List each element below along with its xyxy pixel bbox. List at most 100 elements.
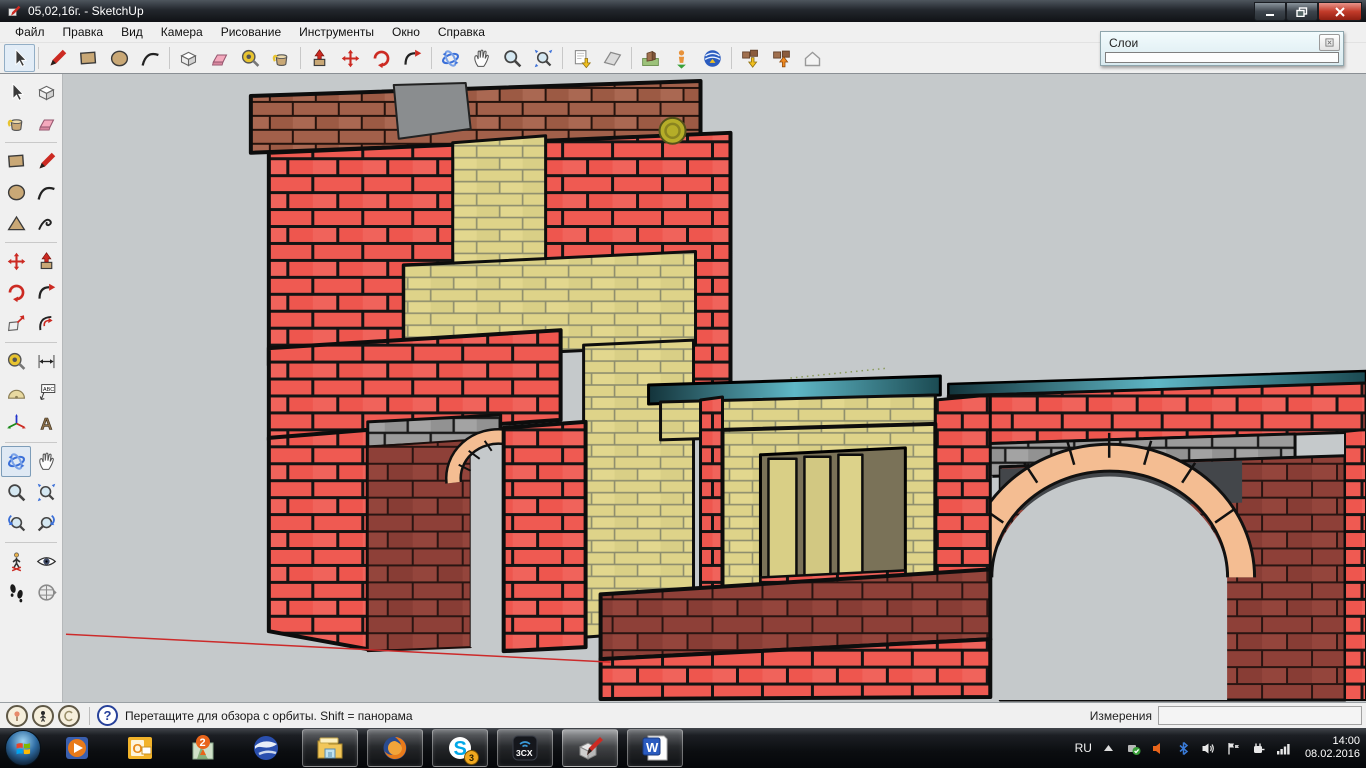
menu-view[interactable]: Вид [112, 23, 152, 41]
get-models-button[interactable] [735, 44, 766, 72]
menu-tools[interactable]: Инструменты [290, 23, 383, 41]
help-question-icon[interactable]: ? [97, 705, 118, 726]
add-location-button[interactable] [635, 44, 666, 72]
taskbar-firefox-button[interactable] [367, 729, 423, 767]
palette-freehand-button[interactable] [31, 208, 61, 239]
share-models-button[interactable] [766, 44, 797, 72]
menu-edit[interactable]: Правка [54, 23, 113, 41]
taskbar-explorer-button[interactable] [302, 729, 358, 767]
push-pull-tool-button[interactable] [304, 44, 335, 72]
paint-bucket-tool-button[interactable] [266, 44, 297, 72]
bluetooth-icon[interactable] [1176, 740, 1192, 756]
taskbar-3cx-button[interactable]: 3CX [497, 729, 553, 767]
palette-3d-text-button[interactable]: A [31, 408, 61, 439]
palette-polygon-button[interactable] [1, 208, 31, 239]
arc-tool-button[interactable] [135, 44, 166, 72]
make-component-button[interactable] [173, 44, 204, 72]
import-button[interactable] [566, 44, 597, 72]
network-signal-icon[interactable] [1276, 740, 1292, 756]
palette-eraser-button[interactable] [31, 108, 61, 139]
palette-orbit-button[interactable] [1, 446, 31, 477]
start-button[interactable] [0, 729, 46, 767]
pan-tool-button[interactable] [466, 44, 497, 72]
taskbar-sketchup-button[interactable] [562, 729, 618, 767]
palette-text-button[interactable]: ABC [31, 377, 61, 408]
palette-dimension-button[interactable] [31, 346, 61, 377]
volume-icon[interactable] [1201, 740, 1217, 756]
measurements-input[interactable] [1158, 706, 1362, 725]
line-tool-button[interactable] [42, 44, 73, 72]
palette-axes-button[interactable] [1, 408, 31, 439]
audio-manager-icon[interactable] [1151, 740, 1167, 756]
menu-window[interactable]: Окно [383, 23, 429, 41]
taskbar-skype-button[interactable]: S3 [432, 729, 488, 767]
drawing-area[interactable] [63, 74, 1366, 702]
palette-next-view-button[interactable] [31, 508, 61, 539]
layers-panel-collapsed-body[interactable] [1105, 52, 1339, 63]
palette-offset-button[interactable] [31, 308, 61, 339]
palette-zoom-button[interactable] [1, 477, 31, 508]
palette-line-button[interactable] [31, 146, 61, 177]
minimize-button[interactable] [1254, 2, 1286, 21]
show-hidden-icons-button[interactable] [1101, 740, 1117, 756]
follow-me-tool-button[interactable] [397, 44, 428, 72]
palette-follow-me-button[interactable] [31, 277, 61, 308]
geolocation-status-icon[interactable] [6, 705, 28, 727]
palette-select-button[interactable] [1, 77, 31, 108]
menu-camera[interactable]: Камера [152, 23, 212, 41]
tape-measure-tool-button[interactable] [235, 44, 266, 72]
palette-previous-view-button[interactable] [1, 508, 31, 539]
2gis-icon: 2 [188, 733, 218, 763]
palette-pan-button[interactable] [31, 446, 61, 477]
credits-status-icon[interactable] [32, 705, 54, 727]
circle-tool-button[interactable] [104, 44, 135, 72]
palette-walk-button[interactable] [1, 577, 31, 608]
layers-panel[interactable]: Слои [1100, 31, 1344, 66]
palette-look-around-button[interactable] [31, 546, 61, 577]
menu-draw[interactable]: Рисование [212, 23, 290, 41]
viewport-3d-scene[interactable] [63, 74, 1366, 702]
tray-clock[interactable]: 14:00 08.02.2016 [1301, 735, 1360, 761]
palette-arc-button[interactable] [31, 177, 61, 208]
taskbar-media-player-button[interactable] [50, 730, 104, 766]
palette-rotate-button[interactable] [1, 277, 31, 308]
close-button[interactable] [1318, 2, 1362, 21]
component-house-button[interactable] [797, 44, 828, 72]
palette-protractor-button[interactable] [1, 377, 31, 408]
palette-push-pull-button[interactable] [31, 246, 61, 277]
taskbar-outlook-button[interactable]: O [113, 730, 167, 766]
select-tool-button[interactable] [4, 44, 35, 72]
palette-rectangle-button[interactable] [1, 146, 31, 177]
zoom-tool-button[interactable] [497, 44, 528, 72]
rotate-tool-button[interactable] [366, 44, 397, 72]
taskbar-word-button[interactable]: W [627, 729, 683, 767]
restore-button[interactable] [1286, 2, 1318, 21]
palette-position-camera-button[interactable] [1, 546, 31, 577]
palette-scale-button[interactable] [1, 308, 31, 339]
palette-make-component-button[interactable] [31, 77, 61, 108]
place-person-button[interactable] [666, 44, 697, 72]
move-tool-button[interactable] [335, 44, 366, 72]
rectangle-tool-button[interactable] [73, 44, 104, 72]
action-center-flag-icon[interactable] [1226, 740, 1242, 756]
layers-panel-collapse-button[interactable] [1319, 34, 1340, 51]
safely-remove-hardware-icon[interactable] [1126, 740, 1142, 756]
section-plane-button[interactable] [597, 44, 628, 72]
eraser-tool-button[interactable] [204, 44, 235, 72]
taskbar-google-earth-button[interactable] [239, 730, 293, 766]
menu-file[interactable]: Файл [6, 23, 54, 41]
palette-tape-measure-button[interactable] [1, 346, 31, 377]
menu-help[interactable]: Справка [429, 23, 494, 41]
google-earth-button[interactable] [697, 44, 728, 72]
palette-paint-bucket-button[interactable] [1, 108, 31, 139]
zoom-extents-button[interactable] [528, 44, 559, 72]
language-indicator[interactable]: RU [1075, 741, 1092, 755]
power-plug-icon[interactable] [1251, 740, 1267, 756]
taskbar-2gis-button[interactable]: 2 [176, 730, 230, 766]
orbit-tool-button[interactable] [435, 44, 466, 72]
claim-status-icon[interactable] [58, 705, 80, 727]
palette-section-plane-button[interactable] [31, 577, 61, 608]
palette-move-button[interactable] [1, 246, 31, 277]
palette-zoom-extents-button[interactable] [31, 477, 61, 508]
palette-circle-button[interactable] [1, 177, 31, 208]
